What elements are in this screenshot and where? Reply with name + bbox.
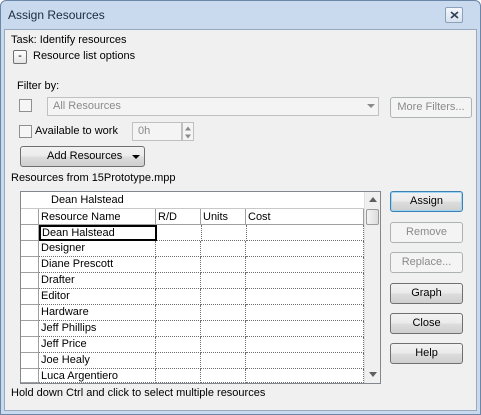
resource-name-cell[interactable]: Dean Halstead: [39, 225, 157, 241]
filter-combo[interactable]: All Resources: [47, 97, 379, 116]
row-header[interactable]: [21, 337, 39, 353]
replace-button[interactable]: Replace...: [390, 252, 463, 273]
row-header[interactable]: [21, 369, 39, 383]
spin-down-icon: [185, 134, 191, 139]
rd-cell[interactable]: [156, 273, 201, 289]
row-header[interactable]: [21, 305, 39, 321]
graph-button[interactable]: Graph: [390, 283, 463, 304]
task-label: Task: Identify resources: [11, 34, 127, 46]
help-button[interactable]: Help: [390, 343, 463, 364]
close-button[interactable]: Close: [390, 313, 463, 334]
available-to-work-label: Available to work: [35, 125, 118, 137]
resource-name-cell[interactable]: Editor: [39, 289, 156, 305]
row-header[interactable]: [21, 289, 39, 305]
resource-grid: Dean Halstead Resource Name R/D Units Co…: [20, 191, 381, 384]
cost-cell[interactable]: [246, 289, 364, 305]
rd-cell[interactable]: [156, 337, 201, 353]
row-header[interactable]: [21, 321, 39, 337]
column-header-units[interactable]: Units: [201, 209, 246, 225]
hours-input[interactable]: 0h: [132, 122, 182, 141]
assign-resources-dialog: Assign Resources Task: Identify resource…: [0, 0, 481, 415]
units-cell[interactable]: [201, 369, 246, 383]
cost-cell[interactable]: [246, 241, 364, 257]
units-cell[interactable]: [201, 273, 246, 289]
units-cell[interactable]: [201, 337, 246, 353]
scroll-up-icon[interactable]: [369, 197, 377, 202]
resource-name-cell[interactable]: Luca Argentiero: [39, 369, 156, 383]
remove-button[interactable]: Remove: [390, 222, 463, 243]
dropdown-arrow-icon: [132, 155, 140, 159]
scroll-down-icon[interactable]: [369, 372, 377, 377]
select-all-corner[interactable]: [21, 209, 39, 225]
cost-cell[interactable]: [246, 353, 364, 369]
units-cell[interactable]: [201, 289, 246, 305]
rd-cell[interactable]: [156, 321, 201, 337]
row-header[interactable]: [21, 257, 39, 273]
scroll-thumb[interactable]: [366, 209, 379, 225]
units-cell[interactable]: [201, 353, 246, 369]
rd-cell[interactable]: [156, 353, 201, 369]
hours-spinner[interactable]: [182, 122, 194, 141]
units-cell[interactable]: [201, 305, 246, 321]
resources-from-label: Resources from 15Prototype.mpp: [11, 172, 176, 184]
row-header[interactable]: [21, 241, 39, 257]
add-resources-button[interactable]: Add Resources: [20, 146, 145, 167]
rd-cell[interactable]: [156, 369, 201, 383]
column-header-rd[interactable]: R/D: [156, 209, 201, 225]
units-cell[interactable]: [202, 225, 247, 241]
close-window-button[interactable]: [445, 7, 463, 23]
chevron-down-icon: [367, 104, 375, 108]
rd-cell[interactable]: [156, 289, 201, 305]
cost-cell[interactable]: [246, 321, 364, 337]
column-header-resource-name[interactable]: Resource Name: [39, 209, 156, 225]
filter-combo-value: All Resources: [53, 100, 121, 112]
cost-cell[interactable]: [246, 257, 364, 273]
cost-cell[interactable]: [246, 369, 364, 383]
grid-vertical-scrollbar[interactable]: [364, 192, 380, 383]
filter-by-label: Filter by:: [17, 80, 60, 92]
assign-button[interactable]: Assign: [390, 191, 463, 212]
row-header[interactable]: [21, 225, 39, 241]
row-header[interactable]: [21, 353, 39, 369]
units-cell[interactable]: [201, 321, 246, 337]
resource-name-cell[interactable]: Hardware: [39, 305, 156, 321]
rd-cell[interactable]: [157, 225, 202, 241]
cost-cell[interactable]: [247, 225, 364, 241]
resource-list-options-toggle[interactable]: -: [13, 50, 27, 64]
hint-text: Hold down Ctrl and click to select multi…: [11, 387, 266, 399]
grid-edit-bar[interactable]: Dean Halstead: [21, 192, 364, 209]
column-header-cost[interactable]: Cost: [246, 209, 364, 225]
resource-name-cell[interactable]: Joe Healy: [39, 353, 156, 369]
resource-name-cell[interactable]: Drafter: [39, 273, 156, 289]
rd-cell[interactable]: [156, 305, 201, 321]
add-resources-label: Add Resources: [47, 150, 123, 162]
more-filters-button[interactable]: More Filters...: [390, 97, 472, 118]
rd-cell[interactable]: [156, 241, 201, 257]
cost-cell[interactable]: [246, 273, 364, 289]
rd-cell[interactable]: [156, 257, 201, 273]
cost-cell[interactable]: [246, 305, 364, 321]
grid-edit-value: Dean Halstead: [51, 194, 124, 206]
title-bar[interactable]: Assign Resources: [1, 1, 480, 29]
window-title: Assign Resources: [8, 8, 105, 22]
dialog-body: Task: Identify resources - Resource list…: [4, 29, 477, 411]
resource-name-cell[interactable]: Jeff Phillips: [39, 321, 156, 337]
resource-name-cell[interactable]: Designer: [39, 241, 156, 257]
row-header[interactable]: [21, 273, 39, 289]
cost-cell[interactable]: [246, 337, 364, 353]
resource-list-options-label: Resource list options: [33, 50, 136, 62]
resource-name-cell[interactable]: Jeff Price: [39, 337, 156, 353]
units-cell[interactable]: [201, 241, 246, 257]
resource-name-cell[interactable]: Diane Prescott: [39, 257, 156, 273]
filter-by-checkbox[interactable]: [19, 99, 32, 112]
available-to-work-checkbox[interactable]: [19, 125, 32, 138]
units-cell[interactable]: [201, 257, 246, 273]
close-icon: [450, 11, 459, 19]
